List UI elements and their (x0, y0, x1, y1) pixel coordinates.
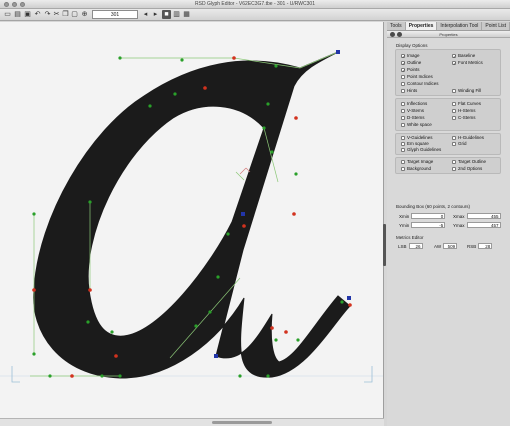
paste-icon[interactable]: ▢ (70, 10, 79, 19)
option-font-metrics[interactable]: ✓ Font Metrics (452, 60, 483, 65)
option-grid[interactable]: Grid (452, 141, 467, 146)
option-em-square[interactable]: Em square (401, 141, 429, 146)
option-background[interactable]: Background (401, 166, 431, 171)
view-single-icon[interactable]: ■ (162, 10, 171, 19)
xmax-row: Xmax 455 (453, 213, 501, 219)
lsb-field[interactable]: 26 (408, 243, 423, 249)
option-d-stems[interactable]: D-Stems (401, 115, 425, 120)
glyph-canvas[interactable] (0, 22, 384, 418)
right-metric-marker (364, 366, 373, 383)
option-contour-indices[interactable]: Contour Indices (401, 81, 439, 86)
tab-tools[interactable]: Tools (387, 22, 406, 30)
xmax-field[interactable]: 455 (466, 213, 501, 219)
view-grid-icon[interactable]: ▦ (182, 10, 191, 19)
cut-icon[interactable]: ✂ (52, 10, 61, 19)
option-flat-curves[interactable]: Flat Curves (452, 101, 481, 106)
title-bar: RSD Glyph Editor - V62EC3G7.tbe - 301 - … (0, 0, 510, 9)
option-2nd-options[interactable]: 2nd Options (452, 166, 482, 171)
option-c-stems[interactable]: C-Stems (452, 115, 476, 120)
panel-header: Properties (387, 31, 510, 38)
rsb-row: RSB 28 (467, 243, 493, 249)
glyph-number-field[interactable]: 301 (92, 10, 138, 19)
panel-title: Properties (439, 32, 458, 37)
view-split-icon[interactable]: ▥ (172, 10, 181, 19)
window-title: RSD Glyph Editor - V62EC3G7.tbe - 301 - … (195, 1, 315, 7)
xmin-field[interactable]: 0 (411, 213, 446, 219)
xmin-row: Xmin 0 (399, 213, 446, 219)
properties-panel: Tools Properties Interpolation Tool Poin… (387, 22, 510, 426)
option-v-stems[interactable]: V-Stems (401, 108, 424, 113)
option-white-space[interactable]: White space (401, 122, 432, 127)
option-baseline[interactable]: ✓ Baseline (452, 53, 475, 58)
lsb-row: LSB 26 (398, 243, 423, 249)
open-icon[interactable]: ▤ (13, 10, 22, 19)
option-v-guidelines[interactable]: V-Guidelines (401, 135, 433, 140)
vertical-scrollbar-thumb[interactable] (383, 224, 386, 266)
toolbar: ▭ ▤ ▣ ↶ ↷ ✂ ❐ ▢ ⊕ 301 ◂ ▸ ■ ▥ ▦ (0, 9, 510, 21)
copy-icon[interactable]: ❐ (61, 10, 70, 19)
rsb-field[interactable]: 28 (478, 243, 493, 249)
nav-back-icon[interactable]: ◂ (141, 10, 150, 19)
nav-forward-icon[interactable]: ▸ (151, 10, 160, 19)
tab-point-list[interactable]: Point List (482, 22, 510, 30)
tab-properties[interactable]: Properties (405, 22, 438, 30)
option-h-stems[interactable]: H-Stems (452, 108, 476, 113)
redo-icon[interactable]: ↷ (43, 10, 52, 19)
left-metric-marker (11, 366, 20, 383)
option-h-guidelines[interactable]: H-Guidelines (452, 135, 484, 140)
option-glyph-guidelines[interactable]: Glyph Guidelines (401, 147, 441, 152)
ymin-field[interactable]: -5 (411, 222, 446, 228)
horizontal-scrollbar[interactable] (0, 418, 384, 426)
option-image[interactable]: ✓ Image (401, 53, 420, 58)
glyph-outline (33, 51, 351, 379)
option-outline[interactable]: ✓ Outline (401, 60, 421, 65)
ymax-field[interactable]: 457 (466, 222, 501, 228)
option-point-indices[interactable]: Point Indices (401, 74, 433, 79)
undo-icon[interactable]: ↶ (33, 10, 42, 19)
horizontal-scrollbar-thumb[interactable] (212, 421, 272, 424)
option-inflections[interactable]: Inflections (401, 101, 427, 106)
option-target-outline[interactable]: Target Outline (452, 159, 486, 164)
new-icon[interactable]: ▭ (3, 10, 12, 19)
ymax-row: Ymax 457 (453, 222, 501, 228)
ymin-row: Ymin -5 (399, 222, 446, 228)
tab-interpolation-tool[interactable]: Interpolation Tool (437, 22, 483, 30)
aw-row: AW 509 (434, 243, 458, 249)
display-options-title: Display Options (396, 43, 428, 48)
metrics-editor-title: Metrics Editor (396, 235, 424, 240)
bounding-box-title: Bounding Box (60 points, 2 contours) (396, 204, 471, 209)
panel-tabs: Tools Properties Interpolation Tool Poin… (387, 22, 510, 31)
aw-field[interactable]: 509 (443, 243, 458, 249)
option-target-image[interactable]: Target Image (401, 159, 433, 164)
option-winding-fill[interactable]: Winding Fill (452, 88, 481, 93)
save-icon[interactable]: ▣ (23, 10, 32, 19)
option-points[interactable]: ✓ Points (401, 67, 420, 72)
zoom-icon[interactable]: ⊕ (80, 10, 89, 19)
option-hints[interactable]: Hints (401, 88, 417, 93)
